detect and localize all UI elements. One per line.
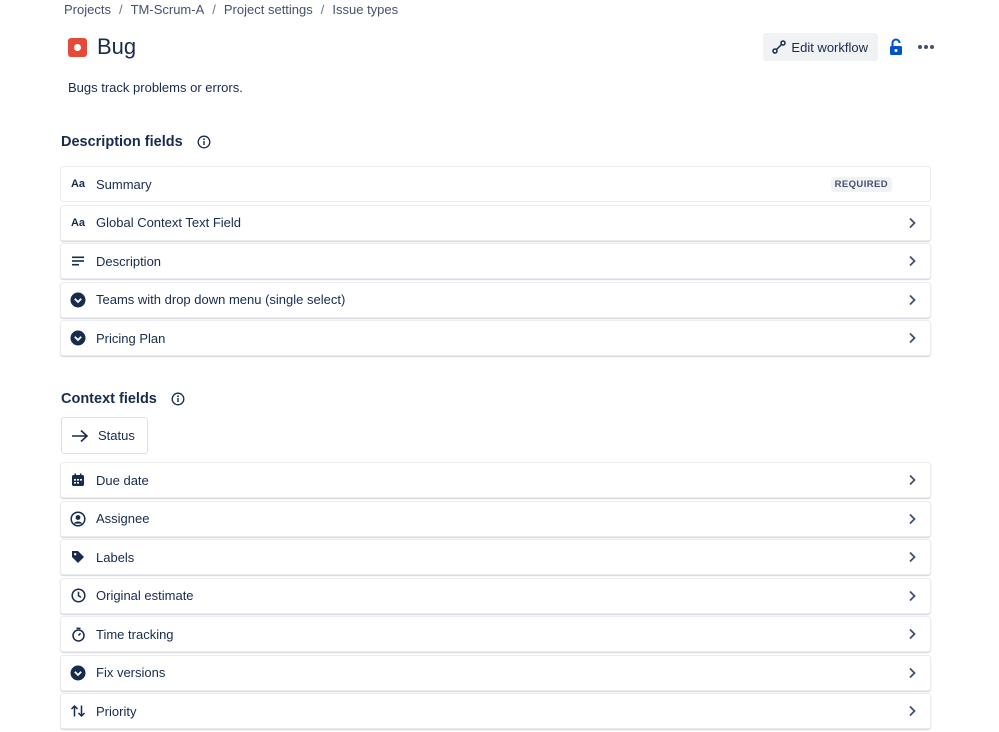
breadcrumb-issue-types[interactable]: Issue types: [332, 2, 398, 17]
breadcrumb-separator: /: [212, 1, 216, 17]
dropdown-icon: [70, 330, 86, 346]
breadcrumb-project-settings[interactable]: Project settings: [224, 2, 313, 17]
edit-workflow-label: Edit workflow: [791, 39, 868, 55]
bug-icon: [68, 37, 87, 57]
field-label: Priority: [96, 703, 137, 719]
unlock-icon: [890, 38, 902, 55]
chevron-right-icon: [904, 549, 920, 565]
field-row-due-date[interactable]: Due date: [60, 462, 931, 498]
info-icon[interactable]: [171, 392, 185, 406]
tag-icon: [70, 549, 86, 565]
field-row-fix-versions[interactable]: Fix versions: [60, 654, 931, 691]
field-label: Summary: [96, 176, 152, 192]
field-row-description[interactable]: Description: [60, 243, 931, 279]
chevron-right-icon: [904, 511, 920, 527]
field-label: Labels: [96, 549, 135, 565]
section-title: Description fields: [61, 134, 183, 150]
person-icon: [70, 510, 86, 527]
edit-workflow-button[interactable]: Edit workflow: [763, 33, 878, 61]
required-badge: REQUIRED: [830, 176, 892, 192]
chevron-right-icon: [904, 588, 920, 604]
chevron-right-icon: [904, 292, 920, 308]
field-label: Global Context Text Field: [96, 215, 241, 230]
field-label: Pricing Plan: [96, 330, 166, 346]
field-row-global-context-text-field[interactable]: Aa Global Context Text Field: [60, 204, 931, 241]
section-title: Context fields: [61, 391, 157, 407]
field-row-summary: Aa Summary REQUIRED: [60, 166, 931, 202]
context-fields-heading: Context fields: [61, 391, 185, 407]
breadcrumb-projects[interactable]: Projects: [64, 2, 111, 17]
description-fields-heading: Description fields: [61, 134, 211, 150]
chevron-right-icon: [904, 626, 920, 642]
field-row-original-estimate[interactable]: Original estimate: [60, 577, 931, 614]
stopwatch-icon: [70, 626, 86, 642]
field-label: Description: [96, 253, 162, 269]
text-field-icon: Aa: [70, 178, 86, 190]
more-icon: [918, 45, 934, 49]
breadcrumb-project[interactable]: TM-Scrum-A: [131, 2, 205, 17]
page-title: Bug: [97, 34, 137, 59]
dropdown-icon: [70, 665, 86, 681]
field-row-pricing-plan[interactable]: Pricing Plan: [60, 320, 931, 356]
field-label: Time tracking: [96, 626, 174, 642]
clock-icon: [70, 588, 86, 604]
field-label: Fix versions: [96, 665, 166, 680]
calendar-icon: [70, 472, 86, 488]
workflow-icon: [772, 40, 787, 54]
description-fields-list: Aa Summary REQUIRED Aa Global Context Te…: [60, 166, 931, 359]
arrow-right-icon: [72, 429, 89, 442]
dropdown-icon: [70, 292, 86, 308]
status-field[interactable]: Status: [61, 417, 148, 454]
chevron-right-icon: [904, 253, 920, 269]
field-label: Assignee: [96, 511, 150, 526]
text-field-icon: Aa: [70, 216, 86, 229]
chevron-right-icon: [904, 703, 920, 719]
field-row-labels[interactable]: Labels: [60, 539, 931, 575]
restrictions-button[interactable]: [883, 33, 909, 61]
chevron-right-icon: [904, 215, 920, 231]
chevron-right-icon: [904, 330, 920, 346]
field-label: Original estimate: [96, 588, 194, 603]
field-row-teams[interactable]: Teams with drop down menu (single select…: [60, 281, 931, 318]
issue-type-description: Bugs track problems or errors.: [68, 80, 243, 95]
more-actions-button[interactable]: [911, 33, 941, 61]
info-icon[interactable]: [197, 135, 211, 149]
field-label: Teams with drop down menu (single select…: [96, 292, 346, 307]
header-actions: Edit workflow: [763, 33, 941, 61]
field-row-assignee[interactable]: Assignee: [60, 500, 931, 537]
paragraph-icon: [70, 253, 86, 269]
status-label: Status: [98, 428, 135, 443]
field-row-time-tracking[interactable]: Time tracking: [60, 616, 931, 652]
chevron-right-icon: [904, 472, 920, 488]
context-fields-list: Due date Assignee Labels Original estima…: [60, 462, 931, 732]
breadcrumb-separator: /: [320, 1, 325, 17]
breadcrumb-separator: /: [118, 1, 123, 17]
priority-icon: [70, 703, 86, 719]
field-label: Due date: [96, 472, 149, 488]
breadcrumb: Projects / TM-Scrum-A / Project settings…: [64, 1, 398, 17]
field-row-priority[interactable]: Priority: [60, 693, 931, 729]
chevron-right-icon: [904, 665, 920, 681]
